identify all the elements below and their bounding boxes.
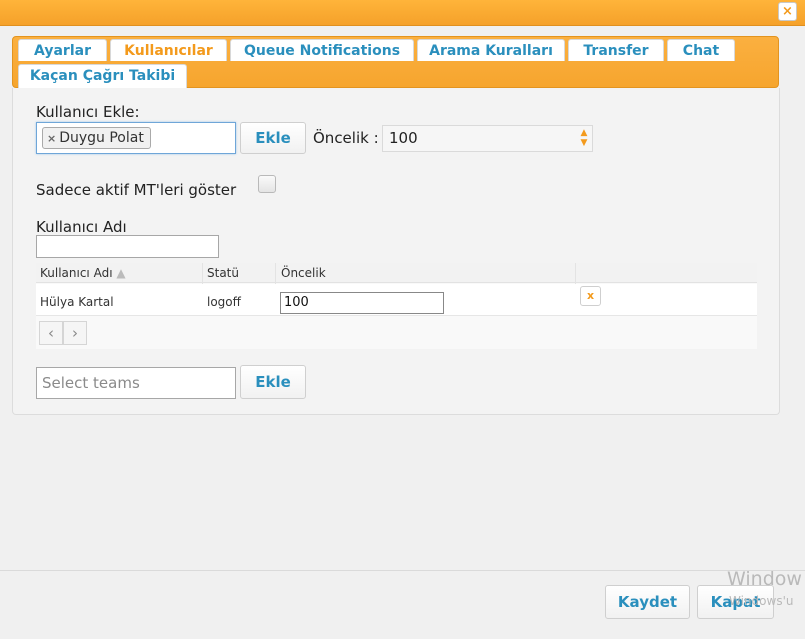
username-search-label: Kullanıcı Adı — [36, 218, 127, 236]
tab-transfer[interactable]: Transfer — [568, 39, 664, 61]
tab-kacan-cagri-takibi[interactable]: Kaçan Çağrı Takibi — [18, 64, 187, 88]
tab-chat[interactable]: Chat — [667, 39, 735, 61]
tab-ayarlar[interactable]: Ayarlar — [18, 39, 107, 61]
stepper-up-icon[interactable]: ▲ — [578, 128, 590, 138]
tab-arama-kurallari[interactable]: Arama Kuralları — [417, 39, 565, 61]
users-grid: Kullanıcı Adı ▲ Statü Öncelik Hülya Kart… — [36, 263, 757, 349]
delete-row-icon[interactable]: x — [580, 286, 601, 306]
chevron-right-icon[interactable]: › — [63, 321, 87, 345]
remove-tag-icon[interactable]: × — [47, 132, 56, 145]
selected-user-name: Duygu Polat — [59, 130, 144, 146]
cell-status: logoff — [207, 295, 241, 309]
select-teams-input[interactable]: Select teams — [36, 367, 236, 399]
activation-watermark: Window — [727, 568, 802, 590]
stepper-controls: ▲ ▼ — [578, 128, 590, 149]
add-user-button[interactable]: Ekle — [240, 122, 306, 154]
selected-user-tag: × Duygu Polat — [42, 127, 151, 149]
column-header-priority[interactable]: Öncelik — [281, 266, 326, 280]
only-active-checkbox[interactable] — [258, 175, 276, 193]
only-active-label: Sadece aktif MT'leri göster — [36, 181, 237, 199]
sort-asc-icon: ▲ — [116, 266, 126, 280]
priority-stepper[interactable]: 100 ▲ ▼ — [382, 125, 593, 152]
priority-label: Öncelik : — [313, 129, 379, 147]
save-button[interactable]: Kaydet — [605, 585, 690, 619]
stepper-down-icon[interactable]: ▼ — [578, 138, 590, 148]
table-row: Hülya Kartal logoff 100 x — [36, 284, 757, 316]
chevron-left-icon[interactable]: ‹ — [39, 321, 63, 345]
tab-kullanicilar[interactable]: Kullanıcılar — [110, 39, 227, 61]
cell-username: Hülya Kartal — [40, 295, 114, 309]
priority-value: 100 — [389, 129, 418, 147]
close-icon[interactable]: × — [778, 2, 797, 21]
user-select-input[interactable]: × Duygu Polat — [36, 122, 236, 154]
grid-header: Kullanıcı Adı ▲ Statü Öncelik — [36, 263, 757, 283]
username-search-input[interactable] — [36, 235, 219, 258]
row-priority-input[interactable]: 100 — [280, 292, 444, 314]
dialog-titlebar: × — [0, 0, 805, 26]
add-user-label: Kullanıcı Ekle: — [36, 103, 140, 121]
column-header-username[interactable]: Kullanıcı Adı ▲ — [40, 266, 126, 280]
footer-divider — [0, 570, 805, 571]
add-team-button[interactable]: Ekle — [240, 365, 306, 399]
column-header-status[interactable]: Statü — [207, 266, 239, 280]
select-teams-placeholder: Select teams — [42, 374, 140, 392]
tab-queue-notifications[interactable]: Queue Notifications — [230, 39, 414, 61]
activation-watermark-subtext: Windows'u — [729, 594, 794, 608]
tab-bar: Ayarlar Kullanıcılar Queue Notifications… — [12, 36, 779, 88]
